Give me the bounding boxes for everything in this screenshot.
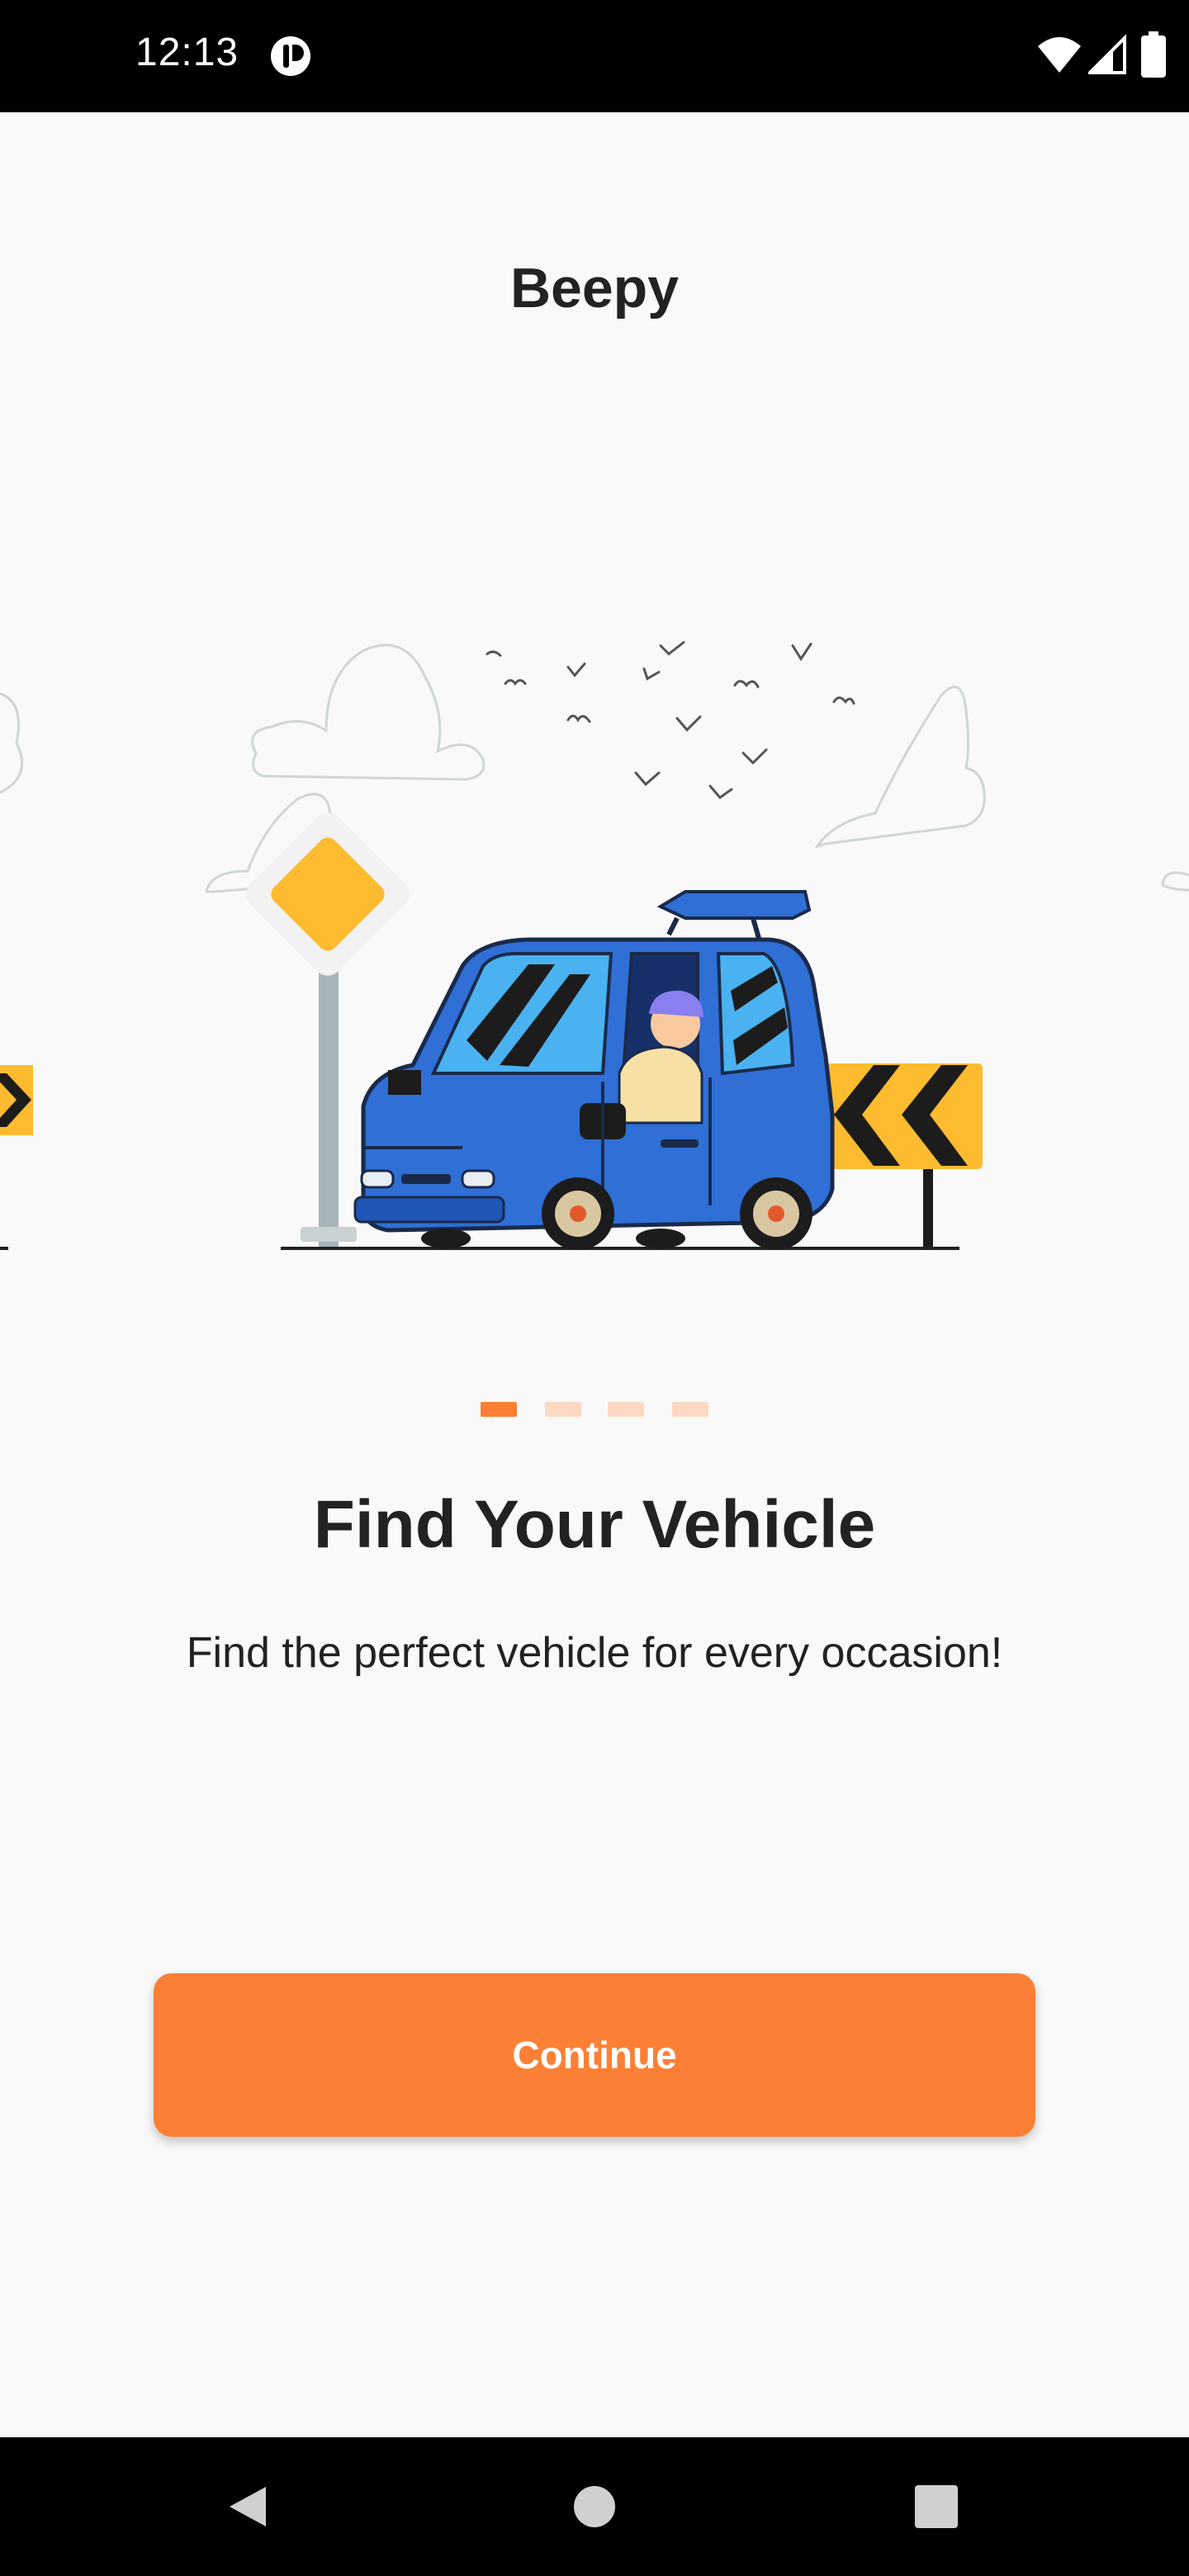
wifi-icon [1038,37,1081,73]
back-icon [230,2487,266,2526]
car-illustration [353,890,835,1250]
nav-back-button[interactable] [198,2437,297,2576]
onboarding-subtitle: Find the perfect vehicle for every occas… [186,1629,1003,1677]
status-bar: 12:13 [0,0,1189,112]
battery-icon [1141,31,1166,78]
previous-slide-peek [0,692,33,1250]
onboarding-illustration [0,641,1189,1250]
birds [486,641,855,800]
rear-wheel [740,1177,812,1250]
page-dot [545,1402,581,1417]
status-time: 12:13 [135,31,239,74]
cloud-icon [814,685,986,849]
onboarding-headline: Find Your Vehicle [313,1487,876,1562]
chevron-barrier [817,1063,983,1247]
page-dot-active [481,1402,517,1417]
next-slide-peek [1161,871,1189,892]
app-title: Beepy [509,257,680,320]
cloud-icon [251,643,486,781]
page-dot [608,1402,644,1417]
home-icon [574,2486,615,2527]
system-nav-bar [0,2437,1189,2576]
nav-recents-button[interactable] [887,2437,986,2576]
nav-home-button[interactable] [545,2437,644,2576]
page-dot [672,1402,708,1417]
app-notification-icon [271,36,310,76]
recents-icon [915,2485,958,2528]
front-wheel [542,1177,614,1250]
continue-button[interactable]: Continue [154,1973,1035,2137]
signal-icon [1088,35,1126,74]
